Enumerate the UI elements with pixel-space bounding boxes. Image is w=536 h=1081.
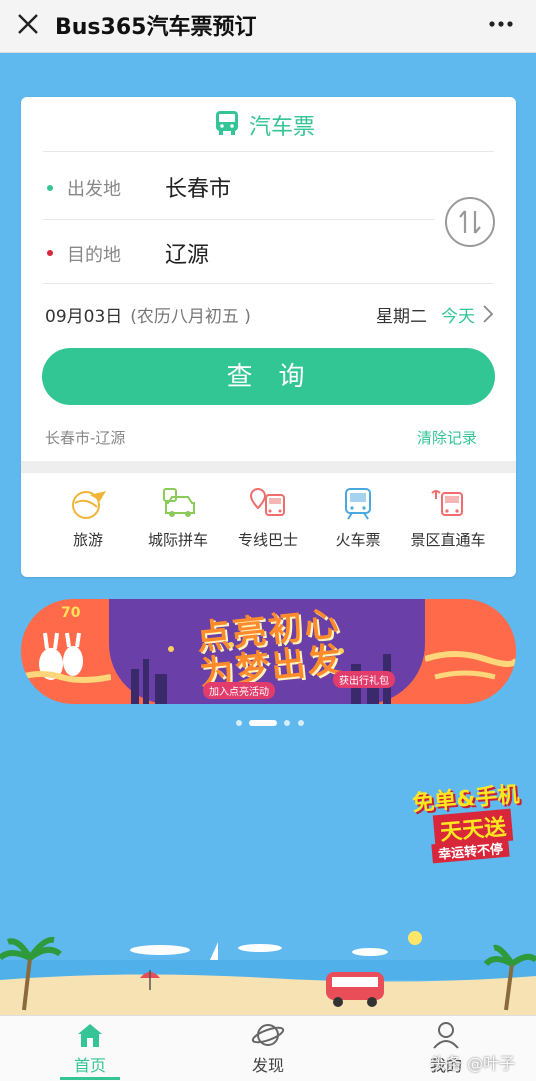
divider: [43, 283, 494, 284]
promo-banner[interactable]: 70 点亮初心 为梦出发 加入点亮活动 获出行礼包: [21, 599, 516, 704]
bus-icon: [216, 111, 238, 135]
bus-ticket-card: 汽车票 出发地 长春市 目的地 辽源 09月03日 (农历八月初五 ) 星期二 今…: [21, 97, 516, 577]
query-button[interactable]: 查询: [42, 348, 495, 405]
category-scenic-shuttle[interactable]: 景区直通车: [403, 487, 493, 567]
car-icon: [163, 488, 195, 517]
swap-cities-button[interactable]: [443, 195, 497, 249]
watermark: 头条 @叶子: [430, 1054, 516, 1073]
category-intercity-carpool[interactable]: 城际拼车: [133, 487, 223, 567]
to-label: 目的地: [67, 245, 121, 266]
category-express-bus[interactable]: 专线巴士: [223, 487, 313, 567]
category-label: 景区直通车: [410, 531, 486, 549]
home-icon: [78, 1024, 102, 1047]
section-divider: [21, 461, 516, 473]
card-header: 汽车票: [21, 97, 516, 151]
from-label: 出发地: [67, 179, 121, 200]
chevron-right-icon[interactable]: [482, 304, 494, 324]
anniversary-badge: 70: [61, 605, 81, 621]
carousel-dot[interactable]: [298, 720, 304, 726]
more-options-icon[interactable]: [488, 14, 514, 34]
nav-home[interactable]: 首页: [40, 1020, 140, 1080]
from-city-field[interactable]: 长春市: [165, 171, 231, 203]
planet-icon: [251, 1024, 285, 1046]
train-icon: [345, 488, 371, 520]
category-label: 专线巴士: [237, 531, 298, 549]
nav-discover[interactable]: 发现: [218, 1020, 318, 1080]
card-title: 汽车票: [249, 115, 316, 140]
nav-label: 首页: [73, 1056, 106, 1075]
clear-history-button[interactable]: 清除记录: [417, 427, 477, 448]
category-tourism[interactable]: 旅游: [43, 487, 133, 567]
lucky-draw-promo[interactable]: 免单&手机 天天送 幸运转不停: [411, 775, 536, 865]
category-label: 旅游: [72, 531, 103, 549]
from-dot: [47, 185, 53, 191]
weekday: 星期二: [376, 307, 427, 327]
banner-tag-gift: 获出行礼包: [333, 671, 395, 688]
carousel-dot-active[interactable]: [249, 720, 277, 726]
departure-date[interactable]: 09月03日 (农历八月初五 ): [45, 302, 251, 327]
airplane-globe-icon: [72, 491, 106, 519]
to-city-field[interactable]: 辽源: [165, 237, 209, 269]
bus-pin-icon: [249, 487, 285, 516]
divider: [43, 151, 494, 152]
title-bar: Bus365汽车票预订: [0, 0, 536, 53]
today-label: 今天: [441, 307, 475, 327]
category-label: 火车票: [335, 531, 381, 549]
beach-illustration: [0, 931, 536, 1015]
banner-tag-join: 加入点亮活动: [203, 682, 275, 699]
carousel-indicators: [236, 718, 306, 728]
window-title: Bus365汽车票预订: [55, 15, 257, 40]
nav-label: 发现: [251, 1056, 284, 1075]
close-icon[interactable]: [14, 10, 42, 38]
to-dot: [47, 250, 53, 256]
scenic-bus-icon: [431, 490, 463, 516]
rabbit-illustration: [21, 632, 111, 683]
category-label: 城际拼车: [147, 531, 208, 549]
user-icon: [433, 1022, 459, 1049]
lunar-date: (农历八月初五 ): [130, 307, 251, 327]
carousel-dot[interactable]: [236, 720, 242, 726]
search-history-item[interactable]: 长春市-辽源: [45, 427, 125, 448]
category-train-ticket[interactable]: 火车票: [313, 487, 403, 567]
date-value: 09月03日: [45, 307, 123, 327]
carousel-dot[interactable]: [284, 720, 290, 726]
divider: [43, 219, 434, 220]
cloud-decoration: [425, 651, 516, 680]
